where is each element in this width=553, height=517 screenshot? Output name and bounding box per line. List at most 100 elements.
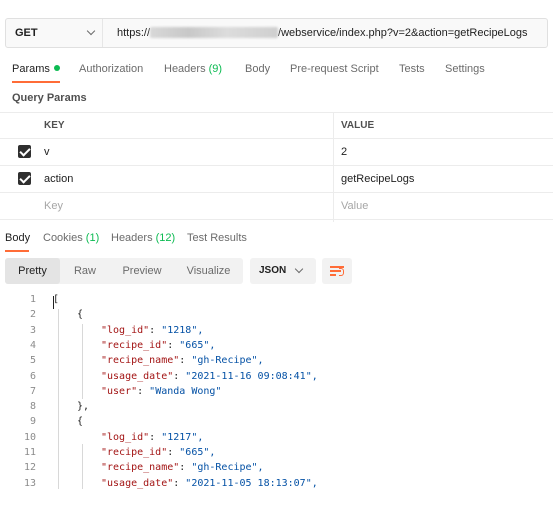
code-line: 4 "recipe_id": "665",	[0, 340, 553, 355]
json-value: "Wanda Wong"	[149, 385, 222, 397]
chevron-down-icon	[86, 26, 96, 36]
value-column-header: VALUE	[341, 120, 375, 131]
code-line: 2{	[0, 309, 553, 324]
method-label: GET	[15, 27, 38, 39]
code-text: {	[77, 309, 84, 321]
code-text: },	[77, 401, 90, 413]
json-value: "2021-11-16 09:08:41",	[185, 370, 318, 382]
key-column-header: KEY	[44, 120, 65, 131]
json-key: "log_id"	[101, 324, 150, 336]
line-number: 11	[23, 447, 36, 458]
json-key: "usage_date"	[101, 477, 174, 489]
params-table-header: KEY VALUE	[0, 112, 553, 139]
tab-test-results[interactable]: Test Results	[187, 232, 247, 244]
tab-params[interactable]: Params	[12, 63, 60, 75]
code-line: 10 "log_id": "1217",	[0, 432, 553, 447]
line-number: 7	[29, 385, 36, 397]
code-line: 5 "recipe_name": "gh-Recipe",	[0, 355, 553, 370]
tab-cookies-count: (1)	[85, 232, 100, 244]
active-tab-underline	[12, 81, 60, 83]
code-text: {	[77, 416, 84, 428]
code-line: 11 "recipe_id": "665",	[0, 447, 553, 462]
code-line: 1[	[0, 294, 553, 309]
redacted-host	[150, 27, 279, 38]
code-text: "recipe_name": "gh-Recipe",	[101, 462, 264, 474]
json-key: "recipe_id"	[101, 339, 168, 351]
format-visualize-button[interactable]: Visualize	[174, 258, 243, 284]
line-number: 12	[23, 462, 36, 474]
tab-tests[interactable]: Tests	[399, 63, 425, 75]
checkbox-checked-icon[interactable]	[18, 145, 31, 158]
json-key: "usage_date"	[101, 370, 174, 382]
wrap-lines-button[interactable]	[322, 258, 352, 284]
param-key-placeholder[interactable]: Key	[44, 200, 63, 212]
code-text: "log_id": "1218",	[101, 324, 204, 336]
tab-settings[interactable]: Settings	[445, 63, 485, 75]
code-text: "recipe_id": "665",	[101, 447, 216, 458]
line-number: 1	[29, 294, 36, 305]
tab-cookies-label: Cookies	[43, 232, 86, 244]
language-label: JSON	[259, 265, 287, 276]
param-row-empty: Key Value	[0, 193, 553, 220]
code-line: 9{	[0, 416, 553, 431]
tab-response-body[interactable]: Body	[5, 232, 30, 244]
json-key: "recipe_name"	[101, 355, 180, 367]
chevron-down-icon	[294, 264, 304, 274]
code-text: "log_id": "1217",	[101, 431, 204, 443]
tab-authorization[interactable]: Authorization	[79, 63, 143, 75]
code-line: 13 "usage_date": "2021-11-05 18:13:07",	[0, 478, 553, 493]
line-number: 5	[29, 355, 36, 367]
json-value: "1218",	[161, 324, 204, 336]
param-value[interactable]: getRecipeLogs	[341, 173, 414, 185]
json-key: "user"	[101, 385, 138, 397]
response-tab-underline	[5, 250, 29, 252]
param-key[interactable]: v	[44, 146, 50, 158]
language-select[interactable]: JSON	[250, 258, 316, 284]
line-number: 10	[23, 431, 36, 443]
json-value: "gh-Recipe",	[191, 462, 264, 474]
param-key[interactable]: action	[44, 173, 73, 185]
code-line: 6 "usage_date": "2021-11-16 09:08:41",	[0, 371, 553, 386]
url-prefix: https://	[117, 27, 151, 39]
json-key: "recipe_name"	[101, 462, 180, 474]
params-active-dot	[53, 65, 60, 71]
format-raw-button[interactable]: Raw	[60, 258, 110, 284]
tab-headers-label: Headers	[164, 63, 209, 75]
line-number: 3	[29, 324, 36, 336]
code-line: 3 "log_id": "1218",	[0, 325, 553, 340]
line-number: 8	[29, 401, 36, 413]
tab-cookies[interactable]: Cookies (1)	[43, 232, 99, 244]
url-input[interactable]: https:// /webservice/index.php?v=2&action…	[117, 27, 528, 39]
json-key: "recipe_id"	[101, 447, 168, 458]
json-value: "665",	[179, 447, 216, 458]
code-line: 12 "recipe_name": "gh-Recipe",	[0, 462, 553, 477]
tab-body[interactable]: Body	[245, 63, 270, 75]
format-preview-button[interactable]: Preview	[110, 258, 174, 284]
method-select[interactable]: GET	[6, 19, 103, 47]
code-text: "usage_date": "2021-11-05 18:13:07",	[101, 477, 318, 489]
tab-headers[interactable]: Headers (9)	[164, 63, 222, 75]
tab-response-headers-count: (12)	[155, 232, 176, 244]
tab-params-label: Params	[12, 63, 50, 75]
param-value-placeholder[interactable]: Value	[341, 200, 368, 212]
tab-response-headers[interactable]: Headers (12)	[111, 232, 175, 244]
line-number: 4	[29, 339, 36, 351]
line-number: 2	[29, 309, 36, 321]
code-text: "usage_date": "2021-11-16 09:08:41",	[101, 370, 318, 382]
format-pretty-button[interactable]: Pretty	[5, 258, 60, 284]
code-line: 7 "user": "Wanda Wong"	[0, 386, 553, 401]
json-value: "665",	[179, 339, 216, 351]
tab-pre-request-script[interactable]: Pre-request Script	[290, 63, 379, 75]
code-text: "user": "Wanda Wong"	[101, 385, 222, 397]
code-text: "recipe_name": "gh-Recipe",	[101, 355, 264, 367]
tab-headers-count: (9)	[208, 63, 223, 75]
tab-response-headers-label: Headers	[111, 232, 156, 244]
param-value[interactable]: 2	[341, 146, 347, 158]
param-row: v 2	[0, 139, 553, 166]
json-key: "log_id"	[101, 431, 150, 443]
format-toolbar: Pretty Raw Preview Visualize JSON	[5, 258, 550, 286]
line-number: 9	[29, 416, 36, 428]
json-value: "2021-11-05 18:13:07",	[185, 477, 318, 489]
code-line: 8},	[0, 401, 553, 416]
checkbox-checked-icon[interactable]	[18, 172, 31, 185]
